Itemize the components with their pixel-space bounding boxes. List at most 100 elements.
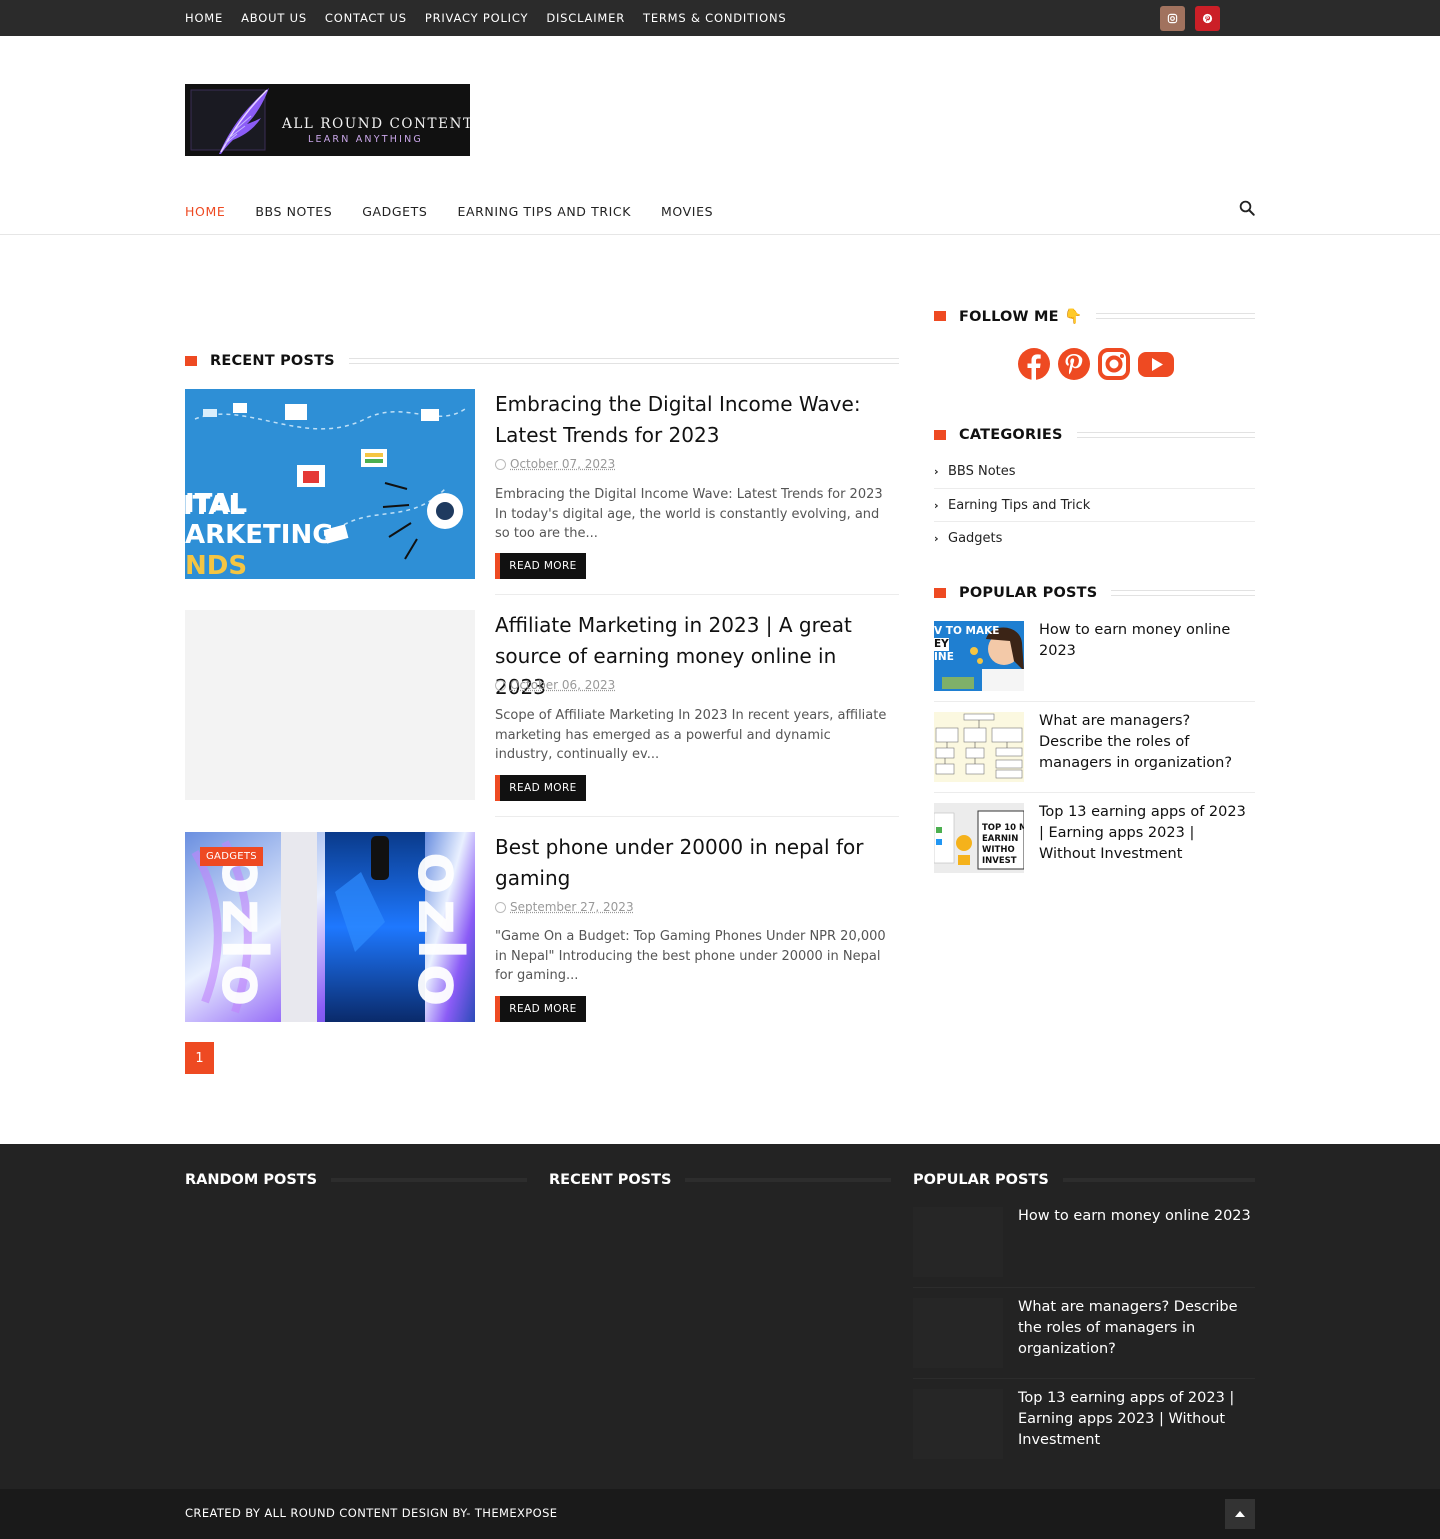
main-nav: HOME BBS NOTES GADGETS EARNING TIPS AND … [185, 196, 743, 226]
popular-post-title[interactable]: What are managers? Describe the roles of… [1039, 711, 1255, 774]
post-title[interactable]: Embracing the Digital Income Wave: Lates… [495, 389, 885, 451]
heading-lines [348, 358, 899, 364]
footer-popular-posts-heading: Popular Posts [913, 1170, 1255, 1190]
category-item[interactable]: › Earning Tips and Trick [934, 489, 1255, 522]
popular-posts-heading: Popular Posts [934, 583, 1255, 603]
recent-posts-heading: Recent Posts [185, 351, 899, 371]
footer-heading-title: Recent Posts [549, 1172, 672, 1188]
pop-thumb-caption-line: V TO MAKE [934, 625, 1000, 637]
heading-marker [934, 430, 946, 440]
category-badge[interactable]: GADGETS [200, 847, 263, 866]
categories-heading: Categories [934, 425, 1255, 445]
footer-popular-thumbnail[interactable] [913, 1389, 1003, 1459]
logo-title: ALL ROUND CONTENT [282, 116, 470, 132]
back-to-top-button[interactable] [1225, 1499, 1255, 1529]
main-nav-gadgets[interactable]: GADGETS [362, 204, 427, 219]
heading-lines [1062, 1178, 1255, 1182]
pagination-current-page[interactable]: 1 [185, 1042, 214, 1074]
pop-thumb-caption-line: EARNIN [982, 834, 1019, 844]
top-nav: HOME ABOUT US CONTACT US PRIVACY POLICY … [185, 0, 804, 36]
heading-marker [934, 311, 946, 321]
post-date: September 27, 2023 [495, 900, 634, 914]
chevron-right-icon: › [934, 499, 939, 512]
post-divider [495, 816, 899, 817]
footer-popular-title[interactable]: What are managers? Describe the roles of… [1018, 1297, 1255, 1360]
search-icon[interactable] [1238, 199, 1256, 217]
post-thumbnail[interactable]: ITAL ITAL ARKETING NDS [185, 389, 475, 579]
category-label[interactable]: Earning Tips and Trick [948, 498, 1090, 513]
footer-popular-divider [913, 1378, 1255, 1379]
footer-popular-divider [913, 1287, 1255, 1288]
popular-post-thumbnail[interactable]: V TO MAKE EY INE [934, 621, 1024, 691]
pop-thumb-caption-line: INE [934, 651, 954, 663]
category-label[interactable]: BBS Notes [948, 464, 1016, 479]
top-nav-contact-us[interactable]: CONTACT US [325, 11, 407, 25]
instagram-icon[interactable] [1097, 347, 1131, 381]
footer-popular-title[interactable]: Top 13 earning apps of 2023 | Earning ap… [1018, 1388, 1255, 1451]
site-logo[interactable]: ALL ROUND CONTENT LEARN ANYTHING [185, 84, 470, 156]
facebook-icon[interactable] [1017, 347, 1051, 381]
categories-title: Categories [959, 427, 1063, 443]
category-item[interactable]: › Gadgets [934, 522, 1255, 555]
footer-heading-title: Random Posts [185, 1172, 318, 1188]
follow-icons [1017, 347, 1181, 381]
recent-posts-title: Recent Posts [210, 353, 335, 369]
youtube-icon[interactable] [1137, 347, 1175, 381]
read-more-button[interactable]: READ MORE [495, 553, 586, 579]
post-title[interactable]: Best phone under 20000 in nepal for gami… [495, 832, 885, 894]
post-date-text[interactable]: October 06, 2023 [510, 678, 615, 692]
logo-tagline: LEARN ANYTHING [308, 134, 423, 145]
instagram-icon[interactable] [1160, 6, 1185, 31]
heading-lines [331, 1178, 527, 1182]
thumb-caption-line: NDS [185, 551, 248, 579]
post-date: October 07, 2023 [495, 457, 615, 471]
popular-post-thumbnail[interactable] [934, 712, 1024, 782]
footer-popular-title[interactable]: How to earn money online 2023 [1018, 1206, 1255, 1227]
post-thumbnail[interactable]: ozlo ozlo GADGETS [185, 832, 475, 1022]
follow-title: Follow Me 👇 [959, 308, 1083, 325]
thumb-brand-text: ozlo [404, 852, 475, 1011]
pop-thumb-caption-line: EY [934, 638, 949, 651]
top-nav-disclaimer[interactable]: DISCLAIMER [546, 11, 625, 25]
clock-icon [495, 901, 506, 913]
top-nav-terms[interactable]: TERMS & CONDITIONS [643, 11, 786, 25]
heading-lines [685, 1178, 891, 1182]
top-nav-about-us[interactable]: ABOUT US [241, 11, 307, 25]
post-date: October 06, 2023 [495, 678, 615, 692]
category-item[interactable]: › BBS Notes [934, 455, 1255, 488]
category-label[interactable]: Gadgets [948, 531, 1002, 546]
footer-popular-thumbnail[interactable] [913, 1207, 1003, 1277]
footer-recent-posts-heading: Recent Posts [549, 1170, 891, 1190]
clock-icon [495, 679, 506, 691]
popular-post-title[interactable]: How to earn money online 2023 [1039, 620, 1255, 662]
popular-post-title[interactable]: Top 13 earning apps of 2023 | Earning ap… [1039, 802, 1255, 865]
main-nav-home[interactable]: HOME [185, 204, 225, 219]
chevron-right-icon: › [934, 532, 939, 545]
top-nav-privacy-policy[interactable]: PRIVACY POLICY [425, 11, 528, 25]
popular-divider [934, 701, 1255, 702]
chevron-right-icon: › [934, 465, 939, 478]
post-thumbnail[interactable] [185, 610, 475, 800]
main-nav-earning-tips[interactable]: EARNING TIPS AND TRICK [457, 204, 631, 219]
popular-post-thumbnail[interactable]: TOP 10 M EARNIN WITHO INVEST [934, 803, 1024, 873]
top-nav-home[interactable]: HOME [185, 11, 223, 25]
read-more-button[interactable]: READ MORE [495, 775, 586, 801]
copyright-text: CREATED BY ALL ROUND CONTENT DESIGN BY- … [185, 1506, 558, 1520]
footer-random-posts-heading: Random Posts [185, 1170, 527, 1190]
pinterest-icon[interactable] [1057, 347, 1091, 381]
follow-heading: Follow Me 👇 [934, 306, 1255, 326]
post-date-text[interactable]: September 27, 2023 [510, 900, 634, 914]
post-divider [495, 594, 899, 595]
footer-popular-thumbnail[interactable] [913, 1298, 1003, 1368]
pinterest-icon[interactable] [1195, 6, 1220, 31]
thumb-brand-text: ozlo [208, 852, 281, 1011]
post-date-text[interactable]: October 07, 2023 [510, 457, 615, 471]
main-nav-bbs-notes[interactable]: BBS NOTES [255, 204, 332, 219]
read-more-button[interactable]: READ MORE [495, 996, 586, 1022]
heading-marker [934, 588, 946, 598]
main-nav-movies[interactable]: MOVIES [661, 204, 713, 219]
pop-thumb-caption-line: TOP 10 M [982, 823, 1024, 833]
clock-icon [495, 458, 506, 470]
thumb-caption-line: ITAL [185, 489, 248, 519]
post-excerpt: "Game On a Budget: Top Gaming Phones Und… [495, 929, 886, 983]
